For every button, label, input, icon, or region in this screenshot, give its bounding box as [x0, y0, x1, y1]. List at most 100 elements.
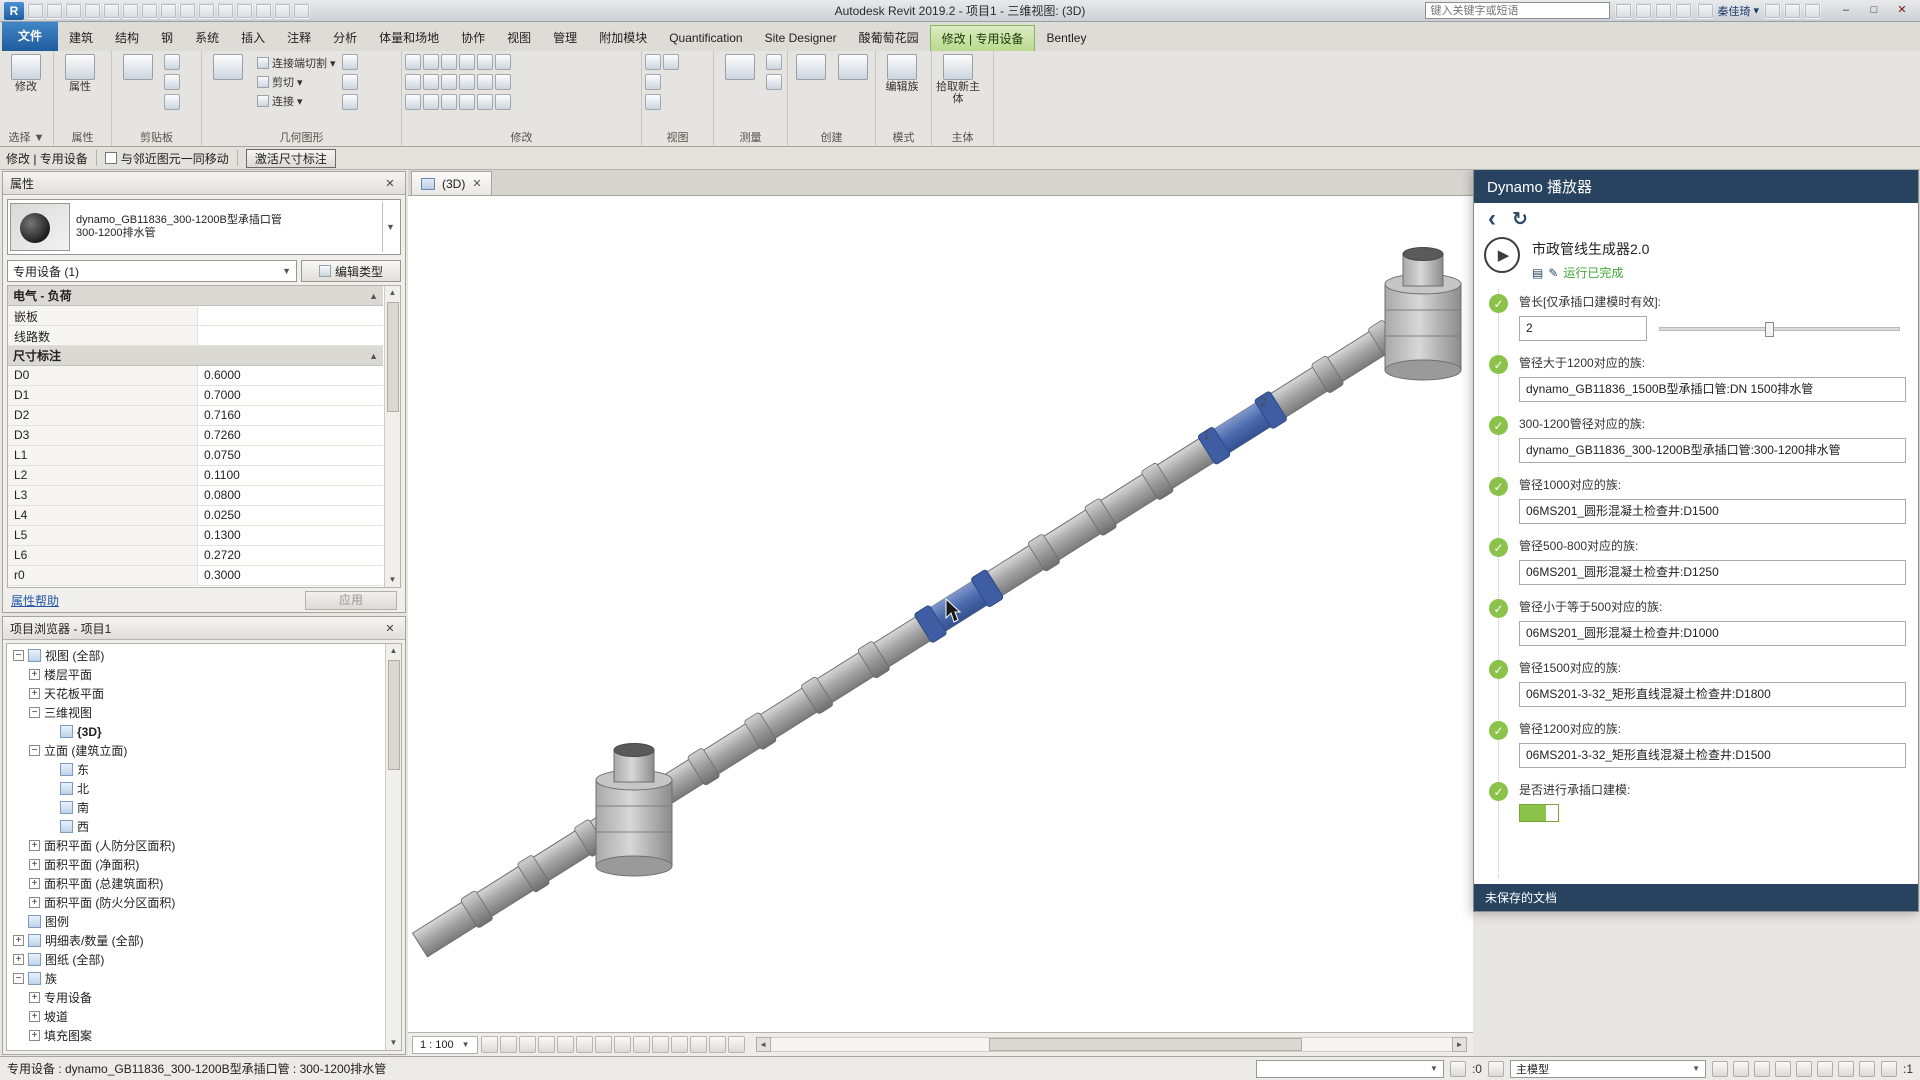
scrollbar-thumb[interactable] — [388, 660, 400, 770]
tree-expander-icon[interactable]: + — [13, 954, 24, 965]
activate-dimensions-button[interactable]: 激活尺寸标注 — [246, 149, 336, 168]
tree-item[interactable]: 西 — [9, 817, 384, 836]
ribbon-tab[interactable]: 插入 — [230, 25, 276, 51]
scroll-up-icon[interactable]: ▲ — [385, 286, 400, 300]
ribbon-tab[interactable]: 修改 | 专用设备 — [930, 25, 1036, 51]
tree-item[interactable]: −立面 (建筑立面) — [9, 741, 384, 760]
scrollbar-thumb[interactable] — [387, 302, 399, 412]
maximize-button[interactable]: □ — [1860, 0, 1888, 21]
create-group-button[interactable] — [791, 54, 831, 80]
parameter-value[interactable] — [198, 326, 383, 345]
extend-icon[interactable] — [495, 94, 511, 110]
view-tab-3d[interactable]: (3D) ✕ — [411, 171, 492, 195]
ribbon-tab[interactable]: Bentley — [1035, 25, 1097, 51]
tree-expander-icon[interactable]: − — [29, 707, 40, 718]
trim-single-icon[interactable] — [459, 74, 475, 90]
3d-model-view[interactable]: 12 — [408, 196, 1473, 1032]
exchange-apps-icon[interactable] — [1635, 3, 1652, 19]
show-crop-icon[interactable] — [595, 1036, 612, 1053]
model-canvas[interactable]: 12 — [408, 196, 1473, 1032]
edit-family-button[interactable]: 编辑族 — [879, 54, 925, 93]
close-icon[interactable]: ✕ — [382, 177, 398, 190]
ribbon-tab[interactable]: 管理 — [542, 25, 588, 51]
properties-scrollbar[interactable]: ▲ ▼ — [384, 286, 400, 587]
search-icon[interactable] — [1615, 3, 1632, 19]
tree-item[interactable]: +坡道 — [9, 1007, 384, 1026]
scroll-up-icon[interactable]: ▲ — [386, 644, 401, 658]
scale-icon[interactable] — [477, 74, 493, 90]
tree-item[interactable]: 北 — [9, 779, 384, 798]
aligned-dimension-icon[interactable] — [766, 54, 782, 70]
edit-type-button[interactable]: 编辑类型 — [301, 260, 401, 282]
copy-modify-icon[interactable] — [441, 74, 457, 90]
selected-pipe-segment-upper[interactable] — [1197, 391, 1287, 465]
properties-header[interactable]: 属性 ✕ — [3, 172, 405, 195]
search-input[interactable] — [1425, 2, 1610, 19]
switch-windows-icon[interactable] — [274, 3, 291, 19]
input-value-box[interactable]: 06MS201_圆形混凝土检查井:D1000 — [1519, 621, 1906, 646]
temporary-hide-icon[interactable] — [633, 1036, 650, 1053]
match-type-icon[interactable] — [164, 94, 180, 110]
ribbon-tab[interactable]: 注释 — [276, 25, 322, 51]
tree-expander-icon[interactable]: + — [13, 935, 24, 946]
options-icon[interactable] — [1804, 3, 1821, 19]
active-workset-combo[interactable]: 主模型▼ — [1510, 1060, 1706, 1078]
parameter-value[interactable]: 0.7000 — [198, 386, 383, 405]
ribbon-text-button[interactable]: 连接端切割 ▾ — [254, 54, 339, 71]
tree-item[interactable]: 图例 — [9, 912, 384, 931]
select-by-face-icon[interactable] — [1838, 1061, 1854, 1077]
input-toggle[interactable] — [1519, 804, 1559, 822]
split-gap-icon[interactable] — [423, 94, 439, 110]
parameter-value[interactable]: 0.0750 — [198, 446, 383, 465]
category-filter-combo[interactable]: 专用设备 (1)▼ — [7, 260, 297, 282]
ribbon-tab[interactable]: 结构 — [104, 25, 150, 51]
collapse-icon[interactable]: ▲ — [369, 291, 378, 301]
tree-item[interactable]: +面积平面 (净面积) — [9, 855, 384, 874]
manhole-lower[interactable] — [596, 744, 672, 877]
slider-thumb[interactable] — [1765, 322, 1774, 337]
project-browser-header[interactable]: 项目浏览器 - 项目1 ✕ — [3, 617, 405, 640]
detail-level-icon[interactable] — [481, 1036, 498, 1053]
tree-item[interactable]: +填充图案 — [9, 1026, 384, 1045]
tree-expander-icon[interactable]: + — [29, 859, 40, 870]
element-tag-2[interactable]: 2 — [1260, 395, 1267, 409]
tree-item[interactable]: {3D} — [9, 722, 384, 741]
edit-script-icon[interactable]: ✎ — [1548, 266, 1558, 280]
ribbon-tab[interactable]: 文件 — [2, 22, 58, 51]
tree-item[interactable]: +面积平面 (人防分区面积) — [9, 836, 384, 855]
manhole-upper[interactable] — [1385, 248, 1461, 381]
trim-extend-corner-icon[interactable] — [459, 54, 475, 70]
tree-expander-icon[interactable]: + — [29, 688, 40, 699]
parameter-value[interactable]: 0.1300 — [198, 526, 383, 545]
parameter-value[interactable]: 0.1100 — [198, 466, 383, 485]
input-value-box[interactable]: 06MS201-3-32_矩形直线混凝土检查井:D1800 — [1519, 682, 1906, 707]
design-options-icon[interactable] — [1733, 1061, 1749, 1077]
customize-qat-icon[interactable] — [293, 3, 310, 19]
tree-item[interactable]: +面积平面 (总建筑面积) — [9, 874, 384, 893]
tree-item[interactable]: −视图 (全部) — [9, 646, 384, 665]
selected-pipe-segment-mid[interactable] — [914, 569, 1004, 643]
scroll-down-icon[interactable]: ▼ — [386, 1036, 401, 1050]
tree-item[interactable]: +面积平面 (防火分区面积) — [9, 893, 384, 912]
lock-view-icon[interactable] — [614, 1036, 631, 1053]
type-selector[interactable]: dynamo_GB11836_300-1200B型承插口管 300-1200排水… — [7, 199, 401, 255]
modify-cursor-button[interactable]: 修改 — [3, 54, 49, 93]
parameter-value[interactable]: 0.0250 — [198, 506, 383, 525]
parameter-value[interactable]: 0.3000 — [198, 566, 383, 585]
ribbon-tab[interactable]: Site Designer — [754, 25, 848, 51]
close-icon[interactable]: ✕ — [382, 622, 398, 635]
parameter-value[interactable]: 0.7160 — [198, 406, 383, 425]
ribbon-tab[interactable]: 酸葡萄花园 — [848, 25, 930, 51]
tree-item[interactable]: +天花板平面 — [9, 684, 384, 703]
spot-elevation-icon[interactable] — [766, 74, 782, 90]
input-value-box[interactable]: dynamo_GB11836_300-1200B型承插口管:300-1200排水… — [1519, 438, 1906, 463]
select-pinned-icon[interactable] — [1817, 1061, 1833, 1077]
properties-button[interactable]: 属性 — [57, 54, 103, 93]
run-script-button[interactable]: ▶ — [1484, 237, 1520, 273]
refresh-icon[interactable]: ↻ — [1512, 208, 1528, 231]
browser-scrollbar[interactable]: ▲ ▼ — [385, 644, 401, 1050]
sign-in-icon[interactable] — [1655, 3, 1672, 19]
property-section-header[interactable]: 电气 - 负荷▲ — [8, 286, 383, 306]
measure-icon[interactable] — [160, 3, 177, 19]
tree-item[interactable]: −族 — [9, 969, 384, 988]
